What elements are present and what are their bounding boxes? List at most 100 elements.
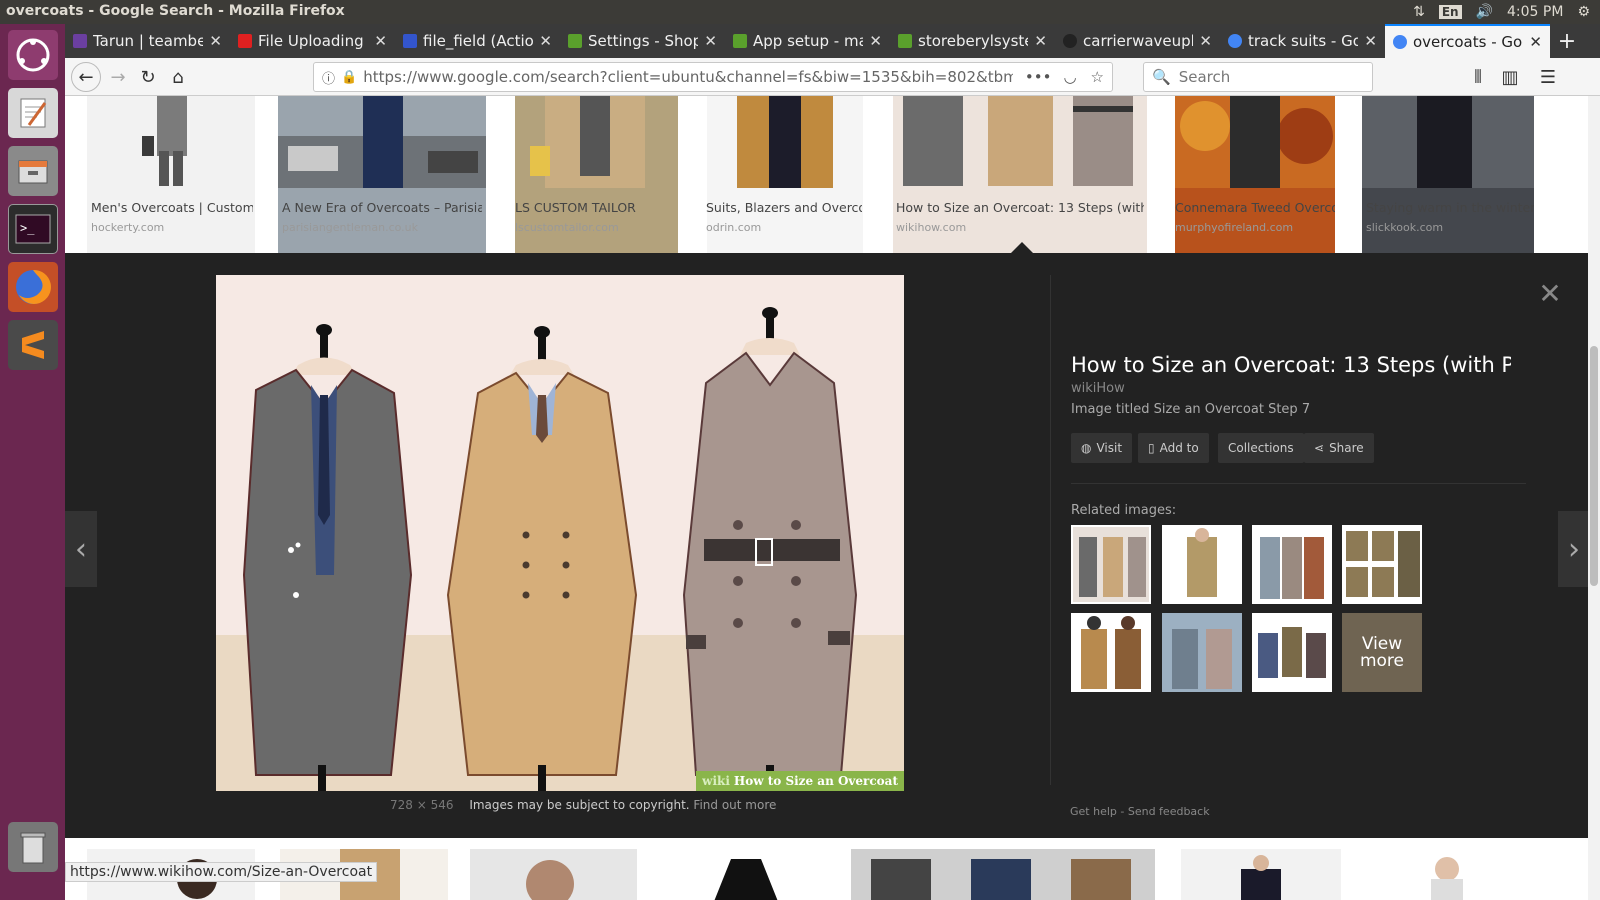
related-image[interactable] <box>1342 525 1422 604</box>
result-title[interactable]: Men's Overcoats | Custom ... <box>91 200 253 215</box>
site-info-icon[interactable]: ⓘ <box>322 68 335 87</box>
previous-image-button[interactable]: ‹ <box>65 511 97 587</box>
tab-2[interactable]: file_field (Actio ✕ <box>395 24 560 58</box>
network-icon[interactable]: ⇅ <box>1413 4 1425 20</box>
result-info[interactable]: Suits, Blazers and Overco... odrin.com <box>706 200 862 234</box>
forward-button[interactable]: → <box>105 64 131 90</box>
result-thumbnail[interactable] <box>1181 849 1341 900</box>
close-tab-icon[interactable]: ✕ <box>1529 33 1542 51</box>
image-title[interactable]: How to Size an Overcoat: 13 Steps (with … <box>1071 353 1511 377</box>
get-help-link[interactable]: Get help <box>1070 805 1117 818</box>
result-title[interactable]: Staying warm in the winter - ... <box>1366 200 1534 215</box>
menu-icon[interactable]: ☰ <box>1535 64 1561 90</box>
related-image[interactable] <box>1162 613 1242 692</box>
send-feedback-link[interactable]: Send feedback <box>1128 805 1210 818</box>
result-info[interactable]: How to Size an Overcoat: 13 Steps (with … <box>896 200 1144 234</box>
sidebar-icon[interactable]: ▥ <box>1497 64 1523 90</box>
tab-1[interactable]: File Uploading ✕ <box>230 24 395 58</box>
volume-icon[interactable]: 🔊 <box>1476 4 1493 20</box>
result-thumbnail[interactable] <box>1367 849 1535 900</box>
new-tab-button[interactable]: + <box>1550 24 1584 58</box>
tab-3[interactable]: Settings - Shopi ✕ <box>560 24 725 58</box>
share-button[interactable]: ⋖ Share <box>1304 433 1374 463</box>
sublime-text-icon[interactable] <box>8 320 58 370</box>
related-image[interactable] <box>1071 613 1151 692</box>
tab-8-active[interactable]: overcoats - Goo ✕ <box>1385 24 1550 58</box>
library-icon[interactable]: ⫴ <box>1465 64 1491 90</box>
firefox-icon[interactable] <box>8 262 58 312</box>
close-tab-icon[interactable]: ✕ <box>704 32 717 50</box>
tab-label: App setup - may <box>753 32 864 50</box>
tab-favicon-icon <box>403 34 417 48</box>
result-title[interactable]: Suits, Blazers and Overco... <box>706 200 862 215</box>
result-title[interactable]: Connemara Tweed Overco... <box>1175 200 1335 215</box>
reload-button[interactable]: ↻ <box>135 64 161 90</box>
tab-6[interactable]: carrierwaveupl ✕ <box>1055 24 1220 58</box>
home-button[interactable]: ⌂ <box>165 64 191 90</box>
footer-separator: - <box>1120 805 1128 818</box>
bookmark-star-icon[interactable]: ☆ <box>1083 68 1112 86</box>
result-title[interactable]: LS CUSTOM TAILOR <box>515 200 636 215</box>
next-image-button[interactable]: › <box>1558 511 1590 587</box>
related-image[interactable] <box>1162 525 1242 604</box>
system-top-bar: overcoats - Google Search - Mozilla Fire… <box>0 0 1600 24</box>
main-image[interactable]: wiki How to Size an Overcoat <box>216 275 904 791</box>
find-out-more-link[interactable]: Find out more <box>693 798 776 812</box>
scrollbar-thumb[interactable] <box>1590 346 1598 586</box>
page-scrollbar[interactable] <box>1588 96 1600 900</box>
close-tab-icon[interactable]: ✕ <box>1199 32 1212 50</box>
trash-icon[interactable] <box>8 822 58 872</box>
close-tab-icon[interactable]: ✕ <box>539 32 552 50</box>
tab-favicon-icon <box>733 34 747 48</box>
close-tab-icon[interactable]: ✕ <box>374 32 387 50</box>
close-tab-icon[interactable]: ✕ <box>209 32 222 50</box>
result-info[interactable]: Connemara Tweed Overco... murphyofireland… <box>1175 200 1335 234</box>
image-site[interactable]: wikiHow <box>1071 381 1125 396</box>
url-bar[interactable]: ⓘ 🔒 https://www.google.com/search?client… <box>313 62 1113 92</box>
tab-label: overcoats - Goo <box>1413 33 1524 51</box>
ubuntu-home-icon[interactable] <box>8 30 58 80</box>
result-info[interactable]: LS CUSTOM TAILOR lscustomtailor.com <box>515 200 678 234</box>
url-text[interactable]: https://www.google.com/search?client=ubu… <box>363 68 1013 86</box>
collections-button[interactable]: Collections <box>1218 433 1304 463</box>
keyboard-layout-indicator[interactable]: En <box>1438 5 1462 19</box>
tab-0[interactable]: Tarun | teamber ✕ <box>65 24 230 58</box>
close-tab-icon[interactable]: ✕ <box>1364 32 1377 50</box>
related-image[interactable] <box>1071 525 1151 604</box>
result-thumbnail[interactable] <box>661 849 829 900</box>
clock[interactable]: 4:05 PM <box>1507 4 1563 20</box>
view-more-label: View more <box>1359 633 1405 671</box>
files-icon[interactable] <box>8 146 58 196</box>
add-to-button[interactable]: ▯ Add to <box>1138 433 1209 463</box>
page-actions-icon[interactable]: ••• <box>1019 68 1058 86</box>
related-image[interactable] <box>1252 525 1332 604</box>
back-button[interactable]: ← <box>71 62 101 92</box>
close-tab-icon[interactable]: ✕ <box>869 32 882 50</box>
visit-button[interactable]: ◍ Visit <box>1071 433 1133 463</box>
related-image[interactable] <box>1252 613 1332 692</box>
pocket-icon[interactable]: ◡ <box>1063 68 1076 86</box>
search-bar[interactable]: 🔍 Search <box>1143 62 1373 92</box>
result-title[interactable]: A New Era of Overcoats – Parisia... <box>282 200 482 215</box>
add-to-label: Add to <box>1159 441 1199 455</box>
power-gear-icon[interactable]: ⚙ <box>1577 4 1590 20</box>
tab-5[interactable]: storeberylsyste ✕ <box>890 24 1055 58</box>
related-images-heading: Related images: <box>1071 503 1177 518</box>
result-title[interactable]: How to Size an Overcoat: 13 Steps (with … <box>896 200 1144 215</box>
tab-label: carrierwaveupl <box>1083 32 1194 50</box>
view-more-button[interactable]: View more <box>1342 613 1422 692</box>
tab-4[interactable]: App setup - may ✕ <box>725 24 890 58</box>
result-info[interactable]: Staying warm in the winter - ... slickkoo… <box>1366 200 1534 234</box>
close-tab-icon[interactable]: ✕ <box>1034 32 1047 50</box>
result-thumbnail[interactable] <box>851 849 1155 900</box>
text-editor-icon[interactable] <box>8 88 58 138</box>
selection-pointer <box>1011 242 1033 253</box>
link-status-bar: https://www.wikihow.com/Size-an-Overcoat <box>65 862 378 882</box>
terminal-icon[interactable]: >_ <box>8 204 58 254</box>
result-info[interactable]: Men's Overcoats | Custom ... hockerty.com <box>91 200 253 234</box>
tab-7[interactable]: track suits - Goo ✕ <box>1220 24 1385 58</box>
result-thumbnail[interactable] <box>470 849 637 900</box>
image-viewer-panel: ‹ wiki How to Size an Overcoat 728 × 546… <box>65 253 1600 838</box>
close-viewer-icon[interactable]: ✕ <box>1535 277 1565 310</box>
result-info[interactable]: A New Era of Overcoats – Parisia... paris… <box>282 200 482 234</box>
